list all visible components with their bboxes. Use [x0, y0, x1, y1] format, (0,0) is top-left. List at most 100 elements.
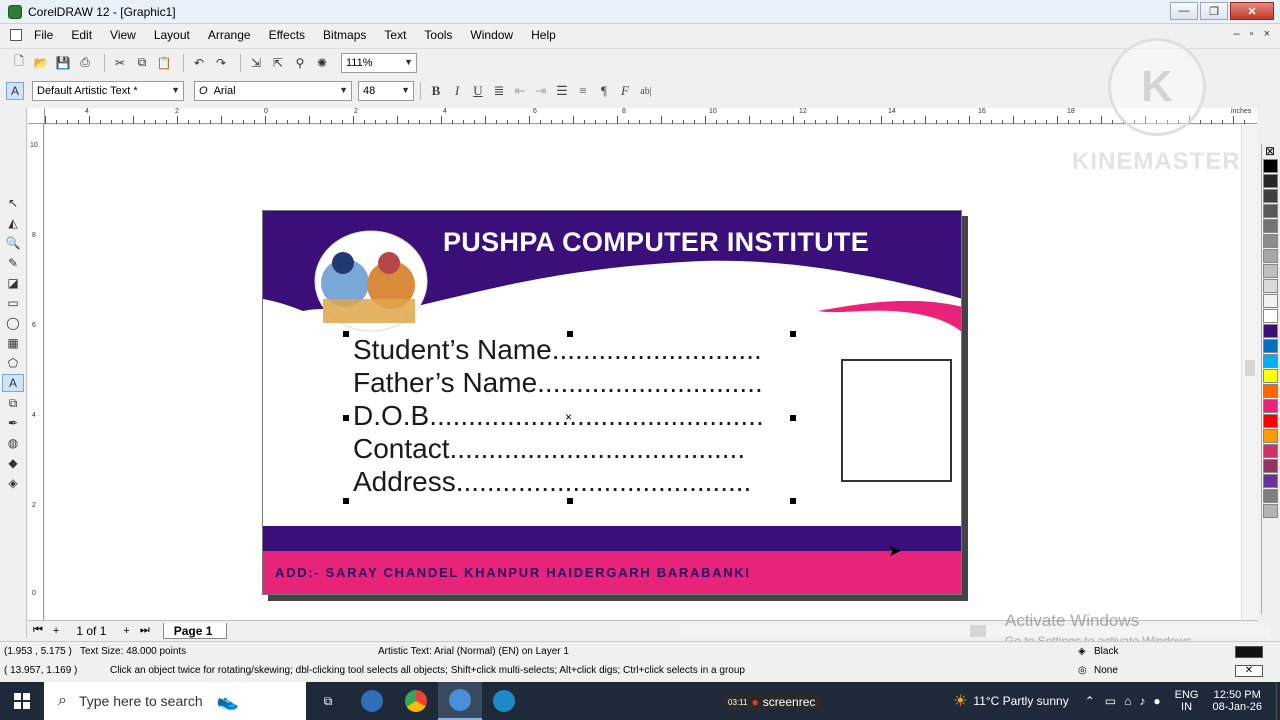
graph-paper-tool-icon[interactable]: ▦ [2, 334, 24, 352]
undo-icon[interactable]: ↶ [190, 54, 208, 72]
palette-swatch[interactable] [1263, 279, 1278, 293]
screenrec-indicator[interactable]: 03:11 ● screenrec [722, 694, 822, 710]
restore-button[interactable]: ❐ [1200, 2, 1228, 20]
network-icon[interactable]: ⌂ [1124, 694, 1131, 708]
weather-text[interactable]: 11°C Partly sunny [973, 694, 1068, 708]
doc-close-icon[interactable]: × [1264, 28, 1270, 40]
corel-online-icon[interactable]: ✺ [313, 54, 331, 72]
interactive-blend-tool-icon[interactable]: ⧉ [2, 394, 24, 412]
taskbar-search[interactable]: ⌕ Type here to search 👟 [44, 682, 306, 720]
ellipse-tool-icon[interactable]: ◯ [2, 314, 24, 332]
menu-help[interactable]: Help [531, 28, 556, 42]
palette-swatch[interactable] [1263, 234, 1278, 248]
fill-tool-icon[interactable]: ◆ [2, 454, 24, 472]
increase-indent-icon[interactable]: ⇥ [532, 82, 550, 100]
zoom-levels-select[interactable]: 111% ▼ [341, 52, 417, 73]
field-student-name[interactable]: Student’s Name..........................… [353, 333, 764, 366]
close-button[interactable]: ✕ [1230, 2, 1274, 20]
doc-restore-icon[interactable]: ▫ [1250, 28, 1254, 40]
next-page-add-icon[interactable]: + [123, 625, 129, 637]
palette-swatch[interactable] [1263, 429, 1278, 443]
palette-swatch[interactable] [1263, 264, 1278, 278]
bullet-icon[interactable]: ☰ [553, 82, 571, 100]
text-tool-icon[interactable]: A [2, 374, 24, 392]
chevron-up-icon[interactable]: ⌃ [1085, 694, 1095, 708]
zoom-tool-icon[interactable]: 🔍 [2, 234, 24, 252]
ruler-origin[interactable] [28, 108, 45, 124]
menu-effects[interactable]: Effects [269, 28, 305, 42]
outline-none-icon[interactable]: ✕ [1235, 665, 1263, 677]
horizontal-ruler[interactable]: 4 2 0 2 4 6 8 10 12 14 16 18 inches [45, 108, 1257, 124]
menu-layout[interactable]: Layout [154, 28, 190, 42]
scroll-thumb[interactable] [970, 625, 986, 637]
selection-handle[interactable] [343, 331, 349, 337]
volume-icon[interactable]: ♪ [1139, 694, 1145, 708]
palette-swatch[interactable] [1263, 474, 1278, 488]
card-body[interactable]: PUSHPA COMPUTER INSTITUTE Student’s Name… [262, 210, 962, 595]
vertical-scrollbar[interactable] [1241, 124, 1257, 620]
paste-icon[interactable]: 📋 [155, 54, 173, 72]
selection-handle[interactable] [343, 498, 349, 504]
palette-swatch[interactable] [1263, 489, 1278, 503]
palette-swatch[interactable] [1263, 354, 1278, 368]
selection-handle[interactable] [567, 331, 573, 337]
palette-swatch[interactable] [1263, 414, 1278, 428]
open-icon[interactable]: 📂 [32, 54, 50, 72]
address-text[interactable]: ADD:- SARAY CHANDEL KHANPUR HAIDERGARH B… [275, 565, 751, 580]
photo-placeholder[interactable] [841, 359, 952, 482]
save-icon[interactable]: 💾 [54, 54, 72, 72]
freehand-tool-icon[interactable]: ✎ [2, 254, 24, 272]
no-color-icon[interactable]: ⊠ [1262, 144, 1278, 158]
pick-tool-icon[interactable]: ↖ [2, 194, 24, 212]
card-fields[interactable]: Student’s Name..........................… [353, 333, 764, 498]
palette-swatch[interactable] [1263, 384, 1278, 398]
new-icon[interactable]: 🗋 [10, 54, 28, 72]
language-indicator[interactable]: ENG IN [1175, 689, 1199, 713]
palette-swatch[interactable] [1263, 369, 1278, 383]
interactive-fill-tool-icon[interactable]: ◈ [2, 474, 24, 492]
palette-swatch[interactable] [1263, 504, 1278, 518]
field-address[interactable]: Address.................................… [353, 465, 764, 498]
palette-swatch[interactable] [1263, 189, 1278, 203]
palette-swatch[interactable] [1263, 174, 1278, 188]
palette-swatch[interactable] [1263, 219, 1278, 233]
minimize-button[interactable]: — [1170, 2, 1198, 20]
selection-handle[interactable] [790, 415, 796, 421]
menu-edit[interactable]: Edit [71, 28, 92, 42]
application-launcher-icon[interactable]: ⚲ [291, 54, 309, 72]
outline-tool-icon[interactable]: ◍ [2, 434, 24, 452]
smart-fill-tool-icon[interactable]: ◪ [2, 274, 24, 292]
menu-window[interactable]: Window [470, 28, 513, 42]
artistic-text-icon[interactable]: A [6, 82, 24, 100]
coreldraw-active-taskbar-icon[interactable] [438, 682, 482, 720]
basic-shapes-tool-icon[interactable]: ⬠ [2, 354, 24, 372]
palette-swatch[interactable] [1263, 324, 1278, 338]
format-text-icon[interactable]: F [616, 82, 634, 100]
paragraph-icon[interactable]: ¶ [595, 82, 613, 100]
export-icon[interactable]: ⇱ [269, 54, 287, 72]
decrease-indent-icon[interactable]: ⇤ [511, 82, 529, 100]
object-style-select[interactable]: Default Artistic Text * ▼ [32, 81, 184, 101]
start-button[interactable] [0, 682, 44, 720]
italic-icon[interactable]: I [448, 82, 466, 100]
palette-swatch[interactable] [1263, 339, 1278, 353]
address-band[interactable]: ADD:- SARAY CHANDEL KHANPUR HAIDERGARH B… [263, 551, 961, 594]
menu-bitmaps[interactable]: Bitmaps [323, 28, 366, 42]
edge-taskbar-icon[interactable] [482, 682, 526, 720]
palette-swatch[interactable] [1263, 294, 1278, 308]
menu-file[interactable]: File [34, 28, 53, 42]
palette-swatch[interactable] [1263, 204, 1278, 218]
palette-swatch[interactable] [1263, 399, 1278, 413]
vertical-ruler[interactable]: 10 8 6 4 2 0 [28, 124, 44, 624]
prev-page-add-icon[interactable]: + [53, 625, 59, 637]
menu-tools[interactable]: Tools [424, 28, 452, 42]
first-page-icon[interactable]: ⏮ [33, 624, 43, 637]
selection-handle[interactable] [790, 331, 796, 337]
field-contact[interactable]: Contact.................................… [353, 432, 764, 465]
edit-text-icon[interactable]: ab| [637, 82, 655, 100]
field-father-name[interactable]: Father’s Name...........................… [353, 366, 764, 399]
palette-swatch[interactable] [1263, 159, 1278, 173]
show-desktop-button[interactable] [1276, 682, 1280, 720]
import-icon[interactable]: ⇲ [247, 54, 265, 72]
eyedropper-tool-icon[interactable]: ✒ [2, 414, 24, 432]
